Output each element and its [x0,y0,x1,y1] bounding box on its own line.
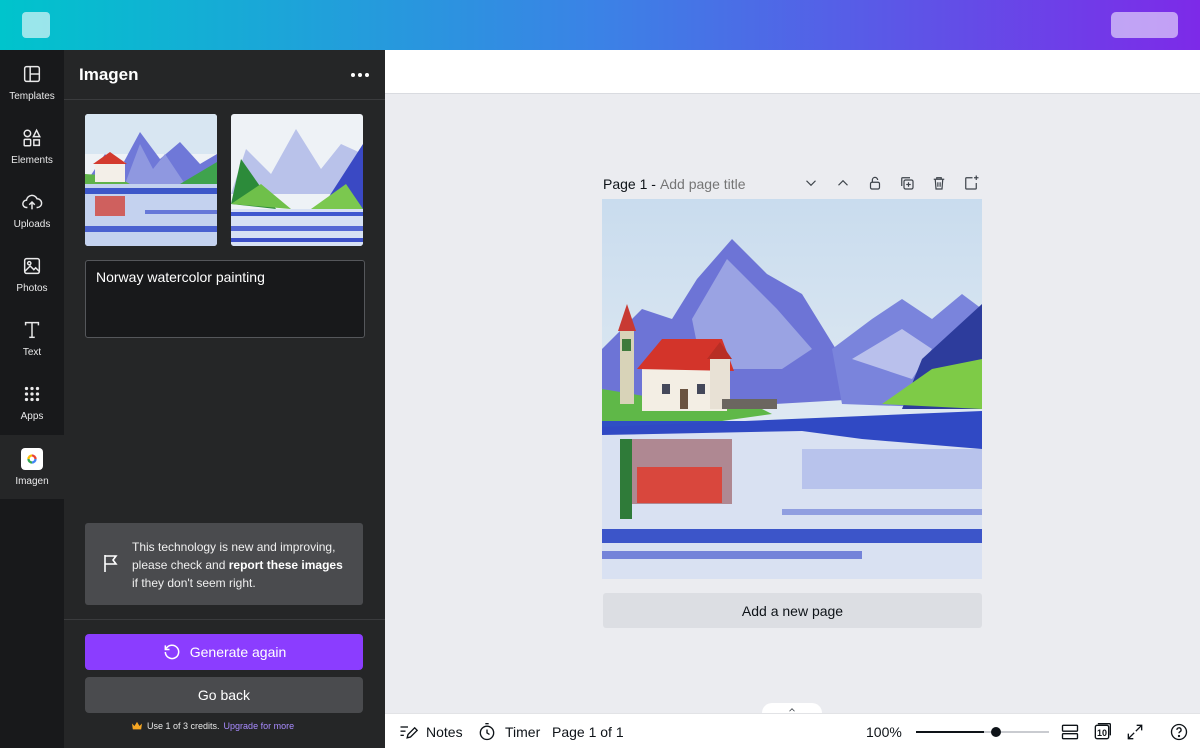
flag-icon [104,555,118,572]
rail-item-label: Elements [11,154,53,166]
generated-image-thumbnail[interactable] [231,114,363,246]
rail-item-templates[interactable]: Templates [0,50,64,114]
home-logo-button[interactable] [22,12,50,38]
page-label: Page 1 - [603,176,656,192]
zoom-level[interactable]: 100% [866,714,902,748]
page-count-button[interactable]: 10 [1091,721,1113,743]
page-actions [800,172,982,194]
report-images-link[interactable]: report these images [229,558,343,572]
duplicate-page-button[interactable] [896,172,918,194]
timer-button[interactable]: Timer [477,714,540,748]
rail-item-label: Templates [9,90,55,102]
elements-icon [23,128,41,147]
rail-item-uploads[interactable]: Uploads [0,178,64,242]
panel-title: Imagen [79,65,139,84]
chevron-up-icon [838,179,848,186]
duplicate-icon [901,177,914,190]
lock-icon [869,176,881,190]
timer-icon [479,722,495,740]
apps-icon [24,386,40,401]
help-icon [1170,723,1188,741]
prompt-input[interactable] [85,260,365,338]
generated-image-thumbnail[interactable] [85,114,217,246]
rail-item-label: Imagen [15,475,49,487]
collapse-page-button[interactable] [800,172,822,194]
imagen-panel: Imagen Norway watercolor painting This t… [64,50,385,748]
page-title-input[interactable] [659,176,790,192]
notes-icon [400,725,418,739]
rail-item-apps[interactable]: Apps [0,370,64,434]
zoom-slider-fill [916,731,984,733]
move-page-up-button[interactable] [832,172,854,194]
expand-icon [1127,724,1143,740]
notes-label: Notes [426,723,463,740]
timer-label: Timer [505,723,541,740]
go-back-button[interactable]: Go back [85,677,363,713]
templates-icon [23,65,41,82]
imagen-icon [21,447,43,470]
trash-icon [933,177,945,190]
generate-again-button[interactable]: Generate again [85,634,363,670]
delete-page-button[interactable] [928,172,950,194]
add-page-icon [965,175,979,190]
rail-item-elements[interactable]: Elements [0,114,64,178]
rail-filler [0,499,64,748]
share-button[interactable] [1111,12,1178,38]
photos-icon [23,257,41,274]
design-canvas-image[interactable] [602,199,982,579]
crown-icon [132,721,142,730]
page-status: Page 1 of 1 [552,723,624,740]
notice-text: This technology is new and improving, pl… [132,540,343,590]
top-bar [0,0,1200,50]
fullscreen-button[interactable] [1124,721,1146,743]
add-page-icon-button[interactable] [960,172,982,194]
upgrade-link[interactable]: Upgrade for more [224,721,295,731]
divider [64,619,385,620]
uploads-icon [22,194,43,209]
page-count-badge: 10 [1096,728,1107,738]
rail-item-imagen[interactable]: Imagen [0,435,64,499]
lock-page-button[interactable] [864,172,886,194]
rail-item-text[interactable]: Text [0,306,64,370]
help-button[interactable] [1168,721,1190,743]
zoom-slider[interactable] [916,727,1049,737]
more-options-icon[interactable] [348,66,372,84]
zoom-slider-handle[interactable] [991,727,1001,737]
left-rail: Templates Elements Uploads Photos Text A… [0,50,64,748]
rail-item-label: Apps [20,410,44,422]
credits-text: Use 1 of 3 credits. [147,721,220,731]
rail-item-label: Uploads [13,218,51,230]
grid-view-button[interactable] [1059,721,1081,743]
refresh-icon [164,644,180,660]
add-new-page-button[interactable]: Add a new page [603,593,982,628]
divider [64,99,385,100]
go-back-label: Go back [197,687,251,703]
bottom-bar: Notes Timer Page 1 of 1 100% 10 [385,713,1200,748]
rail-item-photos[interactable]: Photos [0,242,64,306]
editor-toolbar [385,50,1200,94]
credits-info: Use 1 of 3 credits. Upgrade for more [131,721,294,731]
disclaimer-notice: This technology is new and improving, pl… [85,523,363,605]
grid-view-icon [1061,724,1079,740]
chevron-down-icon [806,180,816,187]
rail-item-label: Text [22,346,42,358]
text-icon [24,321,40,338]
notes-button[interactable]: Notes [398,714,463,748]
generate-again-label: Generate again [189,644,287,660]
rail-item-label: Photos [16,282,48,294]
